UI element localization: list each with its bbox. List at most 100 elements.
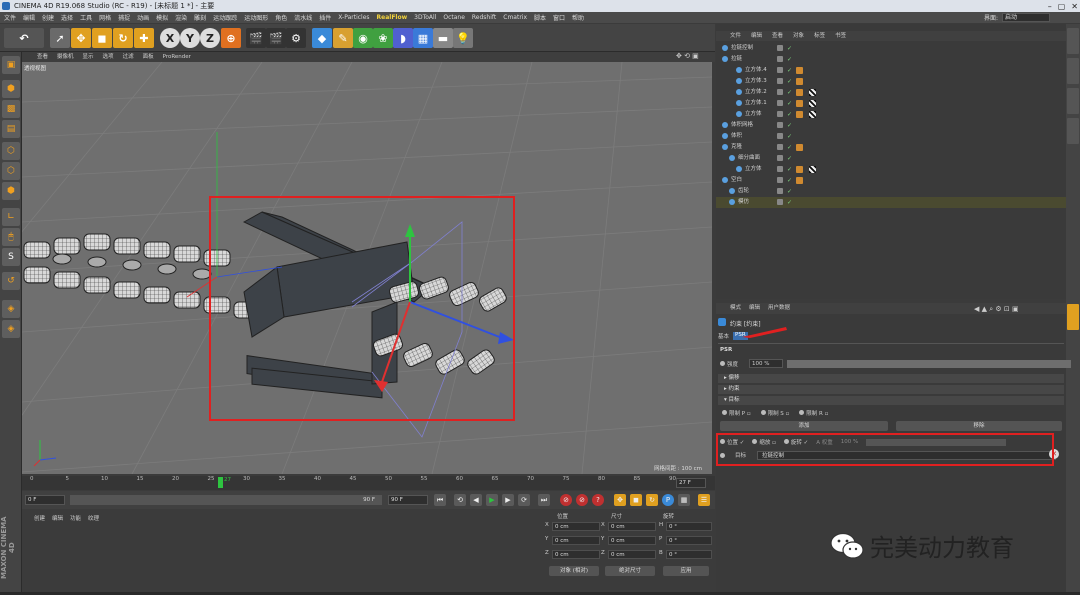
enabled-check-icon[interactable]: ✓ (787, 98, 792, 109)
tag-icon[interactable] (796, 89, 803, 96)
select-icon[interactable]: ➚ (50, 28, 70, 48)
strength-anim-icon[interactable] (720, 361, 725, 366)
object-name[interactable]: 模仿 (738, 197, 749, 208)
next-frame-icon[interactable]: ▶ (502, 494, 514, 506)
transform-icon[interactable]: ✚ (134, 28, 154, 48)
tag-icon[interactable] (796, 144, 803, 151)
viewport-menu-item-4[interactable]: 过滤 (123, 52, 134, 62)
visibility-icon[interactable] (777, 111, 783, 117)
object-row[interactable]: 立方体 ✓ (716, 109, 1066, 120)
size-field[interactable]: 0 cm (608, 522, 656, 531)
enabled-check-icon[interactable]: ✓ (787, 54, 792, 65)
add-target-button[interactable]: 添加 (720, 421, 888, 431)
menu-item-10[interactable]: 雕刻 (194, 13, 206, 22)
enabled-check-icon[interactable]: ✓ (787, 65, 792, 76)
object-name[interactable]: 立方体.1 (745, 98, 767, 109)
pen-spline-icon[interactable]: ✎ (333, 28, 353, 48)
menu-item-9[interactable]: 渲染 (175, 13, 187, 22)
attribute-menu-item-2[interactable]: 用户数据 (768, 303, 790, 314)
tag-icon[interactable] (796, 78, 803, 85)
enabled-check-icon[interactable]: ✓ (787, 142, 792, 153)
visibility-icon[interactable] (777, 188, 783, 194)
enabled-check-icon[interactable]: ✓ (787, 175, 792, 186)
object-row[interactable]: 体积网格 ✓ (716, 120, 1066, 131)
enabled-check-icon[interactable]: ✓ (787, 76, 792, 87)
dock-tab-takes[interactable] (1067, 58, 1079, 84)
visibility-icon[interactable] (777, 67, 783, 73)
object-name[interactable]: 立方体.3 (745, 76, 767, 87)
visibility-icon[interactable] (777, 100, 783, 106)
tag-icon[interactable] (796, 177, 803, 184)
object-menu-item-3[interactable]: 对象 (793, 31, 804, 41)
layers-icon[interactable]: ◈ (2, 320, 20, 338)
undo-icon[interactable]: ↶ (4, 28, 44, 48)
rotation-field[interactable]: 0 ° (666, 522, 712, 531)
limit-p-option[interactable]: 限制 P ▫ (722, 409, 751, 417)
go-end-icon[interactable]: ⏭ (538, 494, 550, 506)
menu-item-18[interactable]: 3DToAll (414, 14, 436, 21)
object-name[interactable]: 立方体.4 (745, 65, 767, 76)
material-tag-icon[interactable] (809, 89, 816, 96)
material-menu-item-0[interactable]: 创建 (34, 514, 45, 522)
enabled-check-icon[interactable]: ✓ (787, 87, 792, 98)
object-name[interactable]: 克隆 (731, 142, 742, 153)
prev-frame-icon[interactable]: ◀ (470, 494, 482, 506)
y-axis-icon[interactable]: Y (180, 28, 200, 48)
rotation-field[interactable]: 0 ° (666, 536, 712, 545)
object-row[interactable]: 细分曲面 ✓ (716, 153, 1066, 164)
object-name[interactable]: 细分曲面 (738, 153, 760, 164)
menu-item-21[interactable]: Cmatrix (503, 14, 527, 21)
menu-item-3[interactable]: 选择 (61, 13, 73, 22)
workplane-icon[interactable]: ▤ (2, 120, 20, 138)
object-menu-item-0[interactable]: 文件 (730, 31, 741, 41)
tag-icon[interactable] (796, 100, 803, 107)
group-target[interactable]: ▾ 目标 (718, 396, 1064, 405)
menu-item-0[interactable]: 文件 (4, 13, 16, 22)
object-row[interactable]: 立方体.1 ✓ (716, 98, 1066, 109)
group-constraint[interactable]: ▸ 约束 (718, 385, 1064, 394)
visibility-icon[interactable] (777, 56, 783, 62)
viewport-menu-item-3[interactable]: 选项 (103, 52, 114, 62)
solo-icon[interactable]: ◈ (2, 300, 20, 318)
object-row[interactable]: 立方体.3 ✓ (716, 76, 1066, 87)
material-menu-item-1[interactable]: 编辑 (52, 514, 63, 522)
menu-item-24[interactable]: 帮助 (572, 13, 584, 22)
object-name[interactable]: 体积 (731, 131, 742, 142)
menu-item-20[interactable]: Redshift (472, 14, 496, 21)
remove-target-button[interactable]: 移除 (896, 421, 1062, 431)
object-name[interactable]: 立方体 (745, 109, 762, 120)
object-row[interactable]: 模仿 ✓ (716, 197, 1066, 208)
visibility-icon[interactable] (777, 177, 783, 183)
enabled-check-icon[interactable]: ✓ (787, 120, 792, 131)
tweak-icon[interactable]: 🖱 (2, 228, 20, 246)
key-pla-icon[interactable]: ▦ (678, 494, 690, 506)
viewport[interactable]: 透视视图 网格间距: 100 cm (22, 62, 712, 474)
visibility-icon[interactable] (777, 144, 783, 150)
snap-icon[interactable]: S (2, 248, 20, 266)
timeline-layout-icon[interactable]: ☰ (698, 494, 710, 506)
key-scale-icon[interactable]: ◼ (630, 494, 642, 506)
key-position-icon[interactable]: ✥ (614, 494, 626, 506)
dock-tab-objects[interactable] (1067, 28, 1079, 54)
frame-range-slider[interactable]: 0 F 90 F (70, 495, 382, 505)
lock-icon[interactable]: ↺ (2, 272, 20, 290)
apply-button[interactable]: 应用 (663, 566, 709, 576)
enabled-check-icon[interactable]: ✓ (787, 153, 792, 164)
viewport-menu-item-2[interactable]: 显示 (83, 52, 94, 62)
position-field[interactable]: 0 cm (552, 536, 600, 545)
edges-mode-icon[interactable]: ⬡ (2, 162, 20, 180)
menu-item-4[interactable]: 工具 (80, 13, 92, 22)
limit-s-option[interactable]: 限制 S ▫ (760, 409, 789, 417)
strength-field[interactable]: 100 % (749, 359, 783, 368)
viewport-menu-item-1[interactable]: 摄像机 (57, 52, 74, 62)
scene-floor-icon[interactable]: ▦ (413, 28, 433, 48)
visibility-icon[interactable] (777, 199, 783, 205)
material-menu-item-2[interactable]: 功能 (70, 514, 81, 522)
next-key-icon[interactable]: ⟳ (518, 494, 530, 506)
menu-item-5[interactable]: 网格 (99, 13, 111, 22)
menu-item-15[interactable]: 插件 (319, 13, 331, 22)
tag-icon[interactable] (796, 67, 803, 74)
menu-item-7[interactable]: 动画 (137, 13, 149, 22)
keyframe-selection-icon[interactable]: ? (592, 494, 604, 506)
object-menu-item-5[interactable]: 书签 (835, 31, 846, 41)
